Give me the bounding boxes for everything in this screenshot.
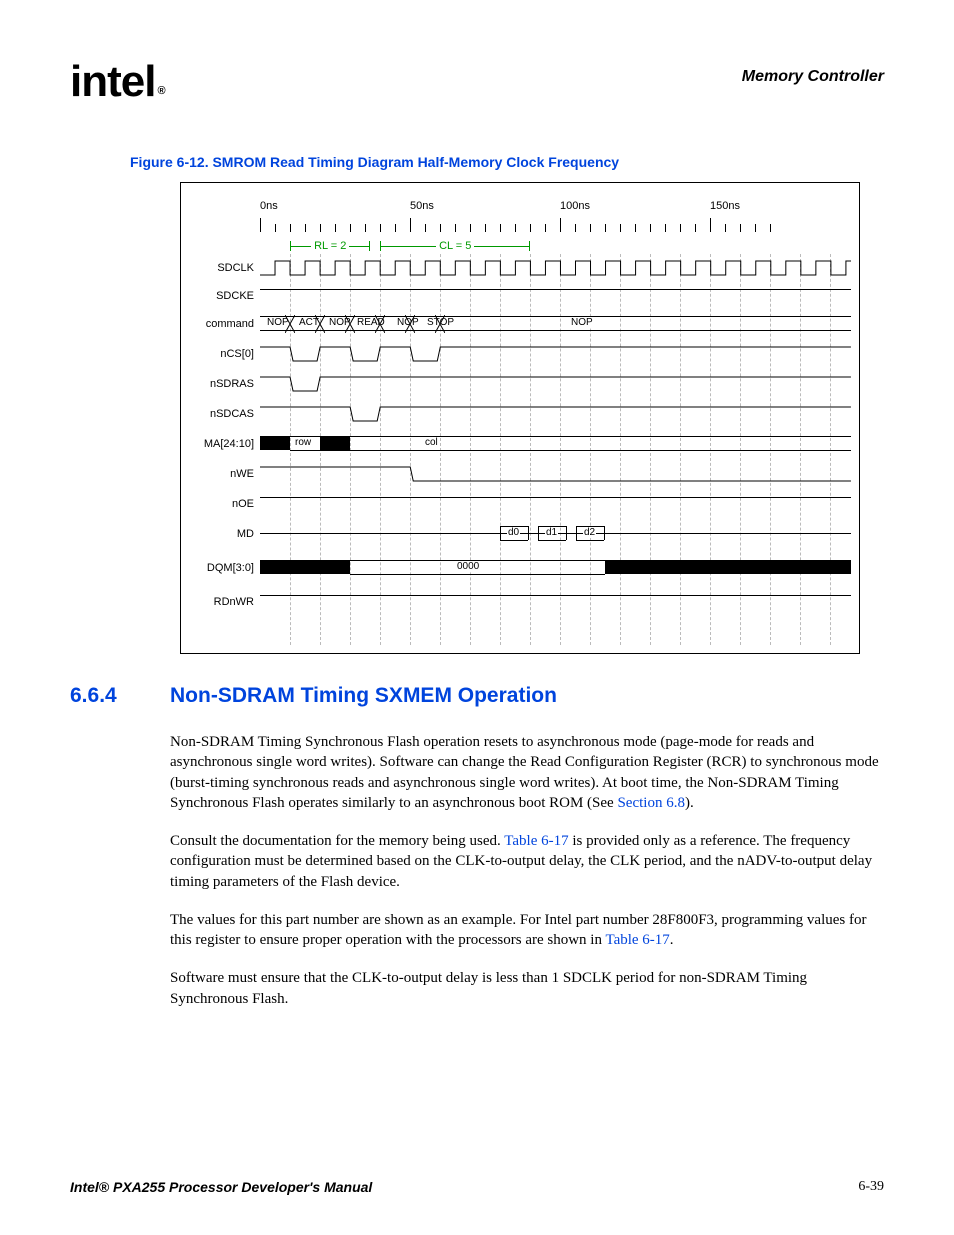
signal-ncs0: nCS[0] xyxy=(180,344,851,370)
section-number: 6.6.4 xyxy=(70,684,170,708)
signal-ma: MA[24:10] row col xyxy=(180,434,851,460)
time-scale: 0ns 50ns 100ns 150ns xyxy=(260,192,851,232)
registered-mark: ® xyxy=(157,85,164,97)
signal-noe: nOE xyxy=(180,494,851,520)
signal-dqm: DQM[3:0] 0000 xyxy=(180,558,851,584)
ref-link[interactable]: Table 6-17 xyxy=(504,833,568,849)
signal-command: command NOP ACT NOP READ NOP STOP NOP xyxy=(180,314,851,340)
signal-sdclk: SDCLK xyxy=(180,258,851,284)
time-marker: 100ns xyxy=(560,200,590,212)
section-title: Non-SDRAM Timing SXMEM Operation xyxy=(170,684,557,708)
paragraph: Non-SDRAM Timing Synchronous Flash opera… xyxy=(170,732,884,813)
cl-annotation: CL = 5 xyxy=(380,240,530,252)
time-marker: 50ns xyxy=(410,200,434,212)
time-marker: 0ns xyxy=(260,200,278,212)
ref-link[interactable]: Table 6-17 xyxy=(605,932,669,948)
page-footer: Intel® PXA255 Processor Developer's Manu… xyxy=(70,1179,884,1195)
signal-sdcke: SDCKE xyxy=(180,286,851,312)
paragraph: The values for this part number are show… xyxy=(170,910,884,951)
time-marker: 150ns xyxy=(710,200,740,212)
chapter-title: Memory Controller xyxy=(742,68,884,86)
paragraph: Software must ensure that the CLK-to-out… xyxy=(170,968,884,1009)
footer-title: Intel® PXA255 Processor Developer's Manu… xyxy=(70,1179,372,1195)
signal-nsdras: nSDRAS xyxy=(180,374,851,400)
signal-md: MD d0 d1 d2 xyxy=(180,524,851,550)
page: intel® Memory Controller Figure 6-12. SM… xyxy=(0,0,954,1235)
logo-text: intel xyxy=(70,57,155,106)
paragraph: Consult the documentation for the memory… xyxy=(170,831,884,892)
signal-nsdcas: nSDCAS xyxy=(180,404,851,430)
page-number: 6-39 xyxy=(858,1179,884,1195)
signal-rdnwr: RDnWR xyxy=(180,592,851,618)
ref-link[interactable]: Section 6.8 xyxy=(617,795,685,811)
signal-nwe: nWE xyxy=(180,464,851,490)
timing-diagram: 0ns 50ns 100ns 150ns RL = 2 CL = 5 SDCLK xyxy=(180,182,860,654)
body-text: Non-SDRAM Timing Synchronous Flash opera… xyxy=(170,732,884,1009)
section-heading: 6.6.4 Non-SDRAM Timing SXMEM Operation xyxy=(70,684,884,708)
rl-annotation: RL = 2 xyxy=(290,240,370,252)
figure-caption: Figure 6-12. SMROM Read Timing Diagram H… xyxy=(130,154,884,170)
page-header: intel® Memory Controller xyxy=(70,60,884,104)
intel-logo: intel® xyxy=(70,60,165,104)
